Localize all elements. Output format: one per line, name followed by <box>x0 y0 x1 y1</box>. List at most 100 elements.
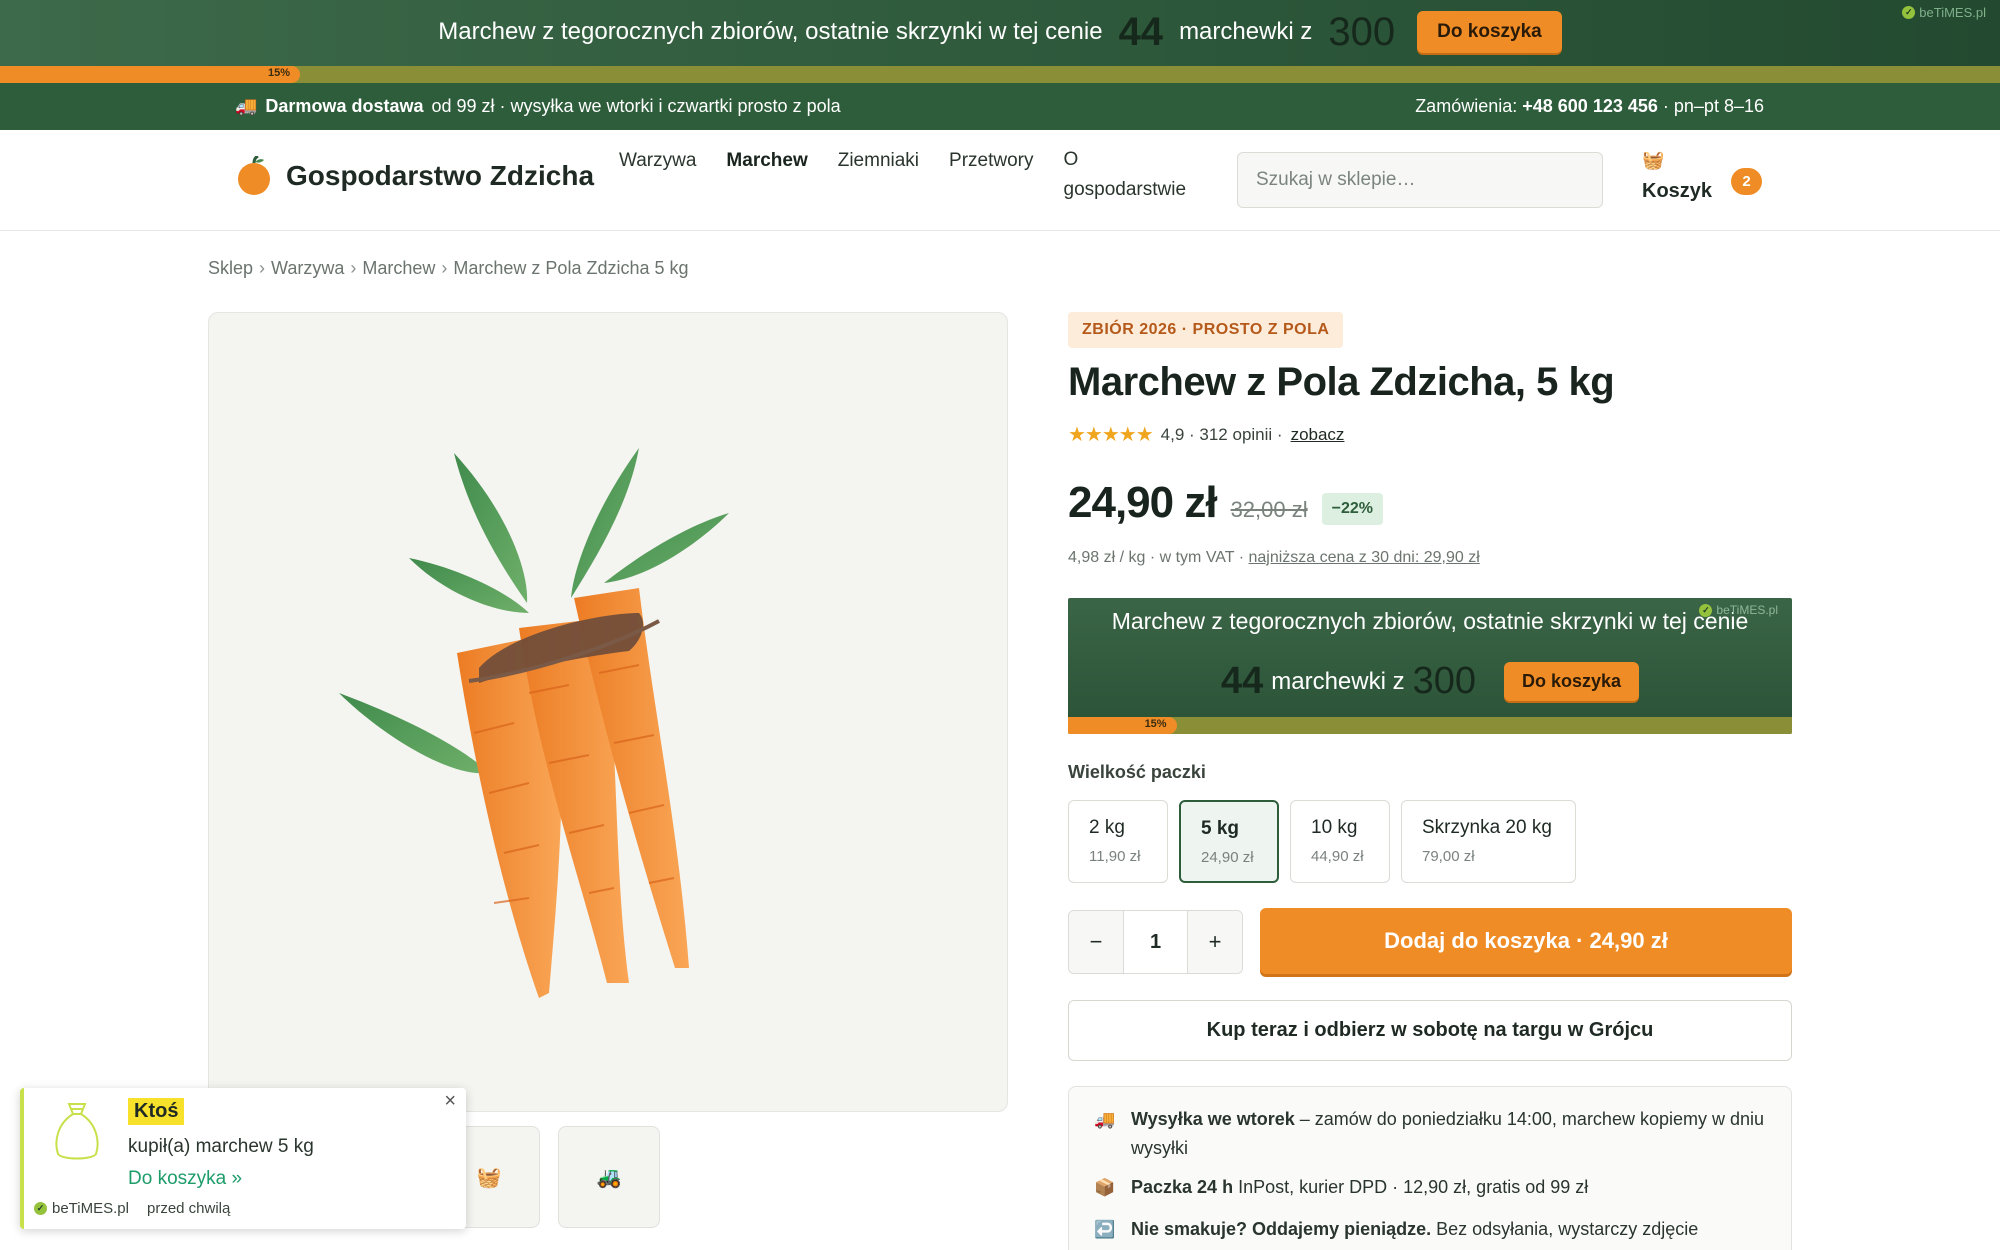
size-option-20kg[interactable]: Skrzynka 20 kg 79,00 zł <box>1401 800 1576 883</box>
size-name: 10 kg <box>1311 817 1358 838</box>
size-name: 2 kg <box>1089 817 1125 838</box>
shipping-row-text: Wysyłka we wtorek – zamów do poniedziałk… <box>1131 1105 1773 1163</box>
size-option-5kg[interactable]: 5 kg 24,90 zł <box>1179 800 1279 883</box>
breadcrumb-sklep[interactable]: Sklep <box>208 258 253 279</box>
star-rating-icon: ★★★★★ <box>1068 424 1154 446</box>
product-title: Marchew z Pola Zdzicha, 5 kg <box>1068 360 1615 404</box>
widget-brand[interactable]: ✓ beTiMES.pl <box>1699 603 1778 617</box>
truck-icon: 🚚 <box>235 96 258 116</box>
product-rating: ★★★★★ 4,9 · 312 opinii · zobacz <box>1068 422 1344 447</box>
promo-banner: Marchew z tegorocznych zbiorów, ostatnie… <box>0 0 2000 66</box>
buy-now-pickup-button[interactable]: Kup teraz i odbierz w sobotę na targu w … <box>1068 1000 1792 1061</box>
size-name: Skrzynka 20 kg <box>1422 817 1552 838</box>
promo-progress-bar: 15% <box>0 66 2000 83</box>
popup-cart-link[interactable]: Do koszyka » <box>128 1168 242 1190</box>
cart-button[interactable]: 🧺 Koszyk 2 <box>1642 150 1762 210</box>
widget-progress-fill: 15% <box>1068 717 1177 734</box>
phone-number[interactable]: +48 600 123 456 <box>1522 96 1658 116</box>
quantity-decrease-button[interactable]: − <box>1069 911 1124 973</box>
logo[interactable]: Gospodarstwo Zdzicha <box>234 156 594 196</box>
discount-badge: −22% <box>1321 493 1383 525</box>
shipping-row-bold: Wysyłka we wtorek <box>1131 1109 1295 1129</box>
breadcrumb: Sklep › Warzywa › Marchew › Marchew z Po… <box>208 258 689 279</box>
check-icon: ✓ <box>1699 603 1713 617</box>
contact-info: Zamówienia: +48 600 123 456 · pn–pt 8–16 <box>1415 96 1764 117</box>
shipping-row-return: ↩️ Nie smakuje? Oddajemy pieniądze. Bez … <box>1093 1215 1773 1244</box>
popup-brand-label: beTiMES.pl <box>52 1200 129 1217</box>
nav-warzywa[interactable]: Warzywa <box>619 150 696 205</box>
close-icon[interactable]: × <box>444 1090 456 1113</box>
truck-icon: 🚚 <box>1094 1110 1116 1129</box>
site-header: Gospodarstwo Zdzicha Warzywa Marchew Zie… <box>0 130 2000 231</box>
price-row: 24,90 zł 32,00 zł −22% <box>1068 478 1383 529</box>
package-icon: 📦 <box>1094 1178 1116 1197</box>
thumbnail-tractor[interactable]: 🚜 <box>558 1126 660 1228</box>
popup-buyer-name: Ktoś <box>128 1098 185 1125</box>
promo-brand-label: beTiMES.pl <box>1919 5 1986 20</box>
size-price: 44,90 zł <box>1311 848 1364 865</box>
widget-total: 300 <box>1412 660 1476 702</box>
promo-add-to-cart-button[interactable]: Do koszyka <box>1417 11 1562 53</box>
breadcrumb-separator: › <box>259 258 266 278</box>
breadcrumb-separator: › <box>350 258 357 278</box>
promo-banner-content: Marchew z tegorocznych zbiorów, ostatnie… <box>0 10 2000 54</box>
check-icon: ✓ <box>1902 6 1916 19</box>
lowest-price-link[interactable]: najniższa cena z 30 dni: 29,90 zł <box>1249 549 1480 566</box>
widget-unit: marchewki z <box>1271 667 1405 695</box>
cart-label: Koszyk <box>1642 180 1713 202</box>
widget-brand-label: beTiMES.pl <box>1716 603 1778 617</box>
shipping-row-delivery: 🚚 Wysyłka we wtorek – zamów do poniedzia… <box>1093 1105 1773 1163</box>
breadcrumb-marchew[interactable]: Marchew <box>362 258 435 279</box>
return-icon: ↩️ <box>1094 1220 1116 1239</box>
search-input[interactable] <box>1237 152 1603 208</box>
breadcrumb-warzywa[interactable]: Warzywa <box>271 258 344 279</box>
promo-progress-label: 15% <box>267 67 290 79</box>
cart-count-badge: 2 <box>1731 168 1762 195</box>
shipping-info-box: 🚚 Wysyłka we wtorek – zamów do poniedzia… <box>1068 1086 1792 1250</box>
shipping-row-package: 📦 Paczka 24 h InPost, kurier DPD · 12,90… <box>1093 1173 1773 1202</box>
shipping-info: 🚚 Darmowa dostawa od 99 zł · wysyłka we … <box>235 96 841 117</box>
size-option-2kg[interactable]: 2 kg 11,90 zł <box>1068 800 1168 883</box>
quantity-value[interactable]: 1 <box>1124 911 1187 973</box>
logo-text: Gospodarstwo Zdzicha <box>286 160 595 191</box>
orange-logo-icon <box>238 156 270 195</box>
widget-add-to-cart-button[interactable]: Do koszyka <box>1504 662 1640 701</box>
widget-progress-label: 15% <box>1144 718 1167 730</box>
unit-price-line: 4,98 zł / kg · w tym VAT · najniższa cen… <box>1068 549 1480 567</box>
nav-marchew[interactable]: Marchew <box>726 150 807 205</box>
nav-o-gospodarstwie[interactable]: O gospodarstwie <box>1064 145 1194 205</box>
widget-count: 44 <box>1220 660 1264 702</box>
add-to-cart-button[interactable]: Dodaj do koszyka · 24,90 zł <box>1260 908 1792 974</box>
old-price: 32,00 zł <box>1230 497 1308 522</box>
promo-unit: marchewki z <box>1179 18 1313 45</box>
size-price: 79,00 zł <box>1422 848 1475 865</box>
shipping-row-detail: Bez odsyłania, wystarczy zdjęcie <box>1436 1219 1699 1239</box>
breadcrumb-separator: › <box>441 258 448 278</box>
size-price: 24,90 zł <box>1201 849 1254 866</box>
promo-count: 44 <box>1118 9 1164 54</box>
shipping-row-detail: InPost, kurier DPD · 12,90 zł, gratis od… <box>1238 1177 1589 1197</box>
carrots-illustration <box>339 448 729 998</box>
bag-icon <box>55 1103 99 1160</box>
product-image[interactable] <box>208 312 1008 1112</box>
reviews-link[interactable]: zobacz <box>1291 425 1345 445</box>
free-shipping-label: Darmowa dostawa <box>265 96 424 116</box>
promo-total: 300 <box>1328 9 1396 54</box>
size-option-10kg[interactable]: 10 kg 44,90 zł <box>1290 800 1390 883</box>
main-nav: Warzywa Marchew Ziemniaki Przetwory O go… <box>619 149 1194 205</box>
check-icon: ✓ <box>34 1202 47 1215</box>
shipping-row-text: Nie smakuje? Oddajemy pieniądze. Bez ods… <box>1131 1215 1698 1244</box>
unit-price: 4,98 zł / kg · w tym VAT · <box>1068 549 1245 566</box>
nav-ziemniaki[interactable]: Ziemniaki <box>838 150 919 205</box>
breadcrumb-current: Marchew z Pola Zdzicha 5 kg <box>453 258 689 278</box>
shipping-row-bold: Paczka 24 h <box>1131 1177 1234 1197</box>
shipping-row-text: Paczka 24 h InPost, kurier DPD · 12,90 z… <box>1131 1173 1588 1202</box>
orders-label: Zamówienia: <box>1415 96 1518 116</box>
promo-brand[interactable]: ✓ beTiMES.pl <box>1902 5 1986 20</box>
shipping-details: od 99 zł · wysyłka we wtorki i czwartki … <box>431 96 841 116</box>
quantity-increase-button[interactable]: + <box>1187 911 1242 973</box>
shipping-row-bold: Nie smakuje? Oddajemy pieniądze. <box>1131 1219 1432 1239</box>
popup-brand[interactable]: ✓ beTiMES.pl <box>34 1200 129 1217</box>
nav-przetwory[interactable]: Przetwory <box>949 150 1033 205</box>
opening-hours: · pn–pt 8–16 <box>1662 96 1764 116</box>
